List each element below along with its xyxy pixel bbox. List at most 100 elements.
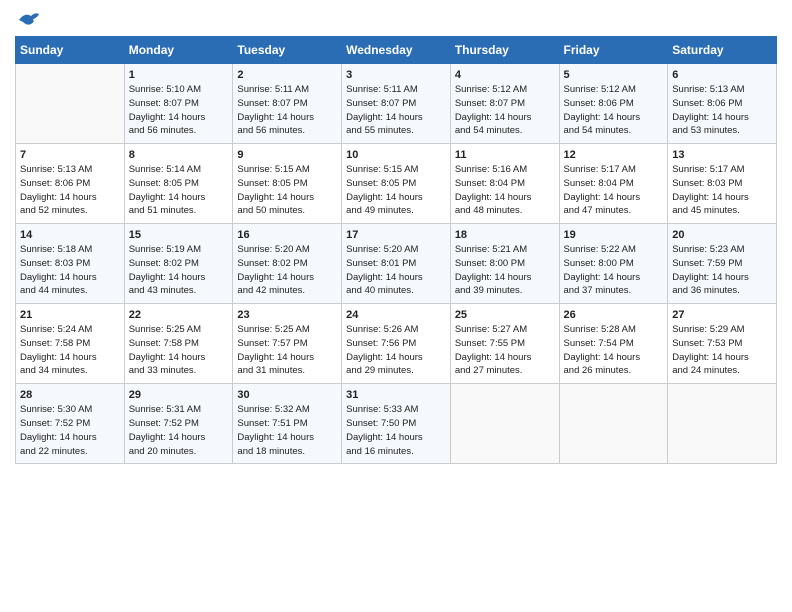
calendar-cell: 11 Sunrise: 5:16 AM Sunset: 8:04 PM Dayli… [450,144,559,224]
logo-bird-icon [17,10,41,30]
calendar-cell: 16Sunrise: 5:20 AM Sunset: 8:02 PM Dayli… [233,224,342,304]
day-number: 22 [129,309,229,321]
calendar-cell: 7 Sunrise: 5:13 AM Sunset: 8:06 PM Daylig… [16,144,125,224]
calendar-cell: 23Sunrise: 5:25 AM Sunset: 7:57 PM Dayli… [233,304,342,384]
day-number: 13 [672,149,772,161]
day-number: 1 [129,69,229,81]
day-info: Sunrise: 5:13 AM Sunset: 8:06 PM Dayligh… [672,83,772,138]
day-number: 24 [346,309,446,321]
calendar-cell [450,384,559,464]
day-number: 20 [672,229,772,241]
header-day: Wednesday [342,37,451,64]
calendar-cell: 15Sunrise: 5:19 AM Sunset: 8:02 PM Dayli… [124,224,233,304]
calendar-cell: 31Sunrise: 5:33 AM Sunset: 7:50 PM Dayli… [342,384,451,464]
calendar-week-row: 21 Sunrise: 5:24 AM Sunset: 7:58 PM Dayli… [16,304,777,384]
logo [15,10,41,30]
day-number: 5 [564,69,664,81]
day-info: Sunrise: 5:23 AM Sunset: 7:59 PM Dayligh… [672,243,772,298]
calendar-week-row: 1 Sunrise: 5:10 AM Sunset: 8:07 PM Daylig… [16,64,777,144]
day-number: 11 [455,149,555,161]
day-info: Sunrise: 5:13 AM Sunset: 8:06 PM Dayligh… [20,163,120,218]
header-day: Monday [124,37,233,64]
calendar-cell [559,384,668,464]
day-info: Sunrise: 5:16 AM Sunset: 8:04 PM Dayligh… [455,163,555,218]
day-number: 28 [20,389,120,401]
day-number: 25 [455,309,555,321]
day-info: Sunrise: 5:30 AM Sunset: 7:52 PM Dayligh… [20,403,120,458]
calendar-cell: 4 Sunrise: 5:12 AM Sunset: 8:07 PM Daylig… [450,64,559,144]
day-info: Sunrise: 5:11 AM Sunset: 8:07 PM Dayligh… [237,83,337,138]
day-info: Sunrise: 5:12 AM Sunset: 8:06 PM Dayligh… [564,83,664,138]
day-info: Sunrise: 5:17 AM Sunset: 8:04 PM Dayligh… [564,163,664,218]
day-info: Sunrise: 5:18 AM Sunset: 8:03 PM Dayligh… [20,243,120,298]
calendar-week-row: 28 Sunrise: 5:30 AM Sunset: 7:52 PM Dayli… [16,384,777,464]
day-info: Sunrise: 5:24 AM Sunset: 7:58 PM Dayligh… [20,323,120,378]
day-number: 19 [564,229,664,241]
calendar-cell: 6 Sunrise: 5:13 AM Sunset: 8:06 PM Daylig… [668,64,777,144]
day-number: 8 [129,149,229,161]
day-number: 18 [455,229,555,241]
calendar-cell: 29 Sunrise: 5:31 AM Sunset: 7:52 PM Dayli… [124,384,233,464]
calendar-week-row: 14 Sunrise: 5:18 AM Sunset: 8:03 PM Dayli… [16,224,777,304]
calendar-cell: 27 Sunrise: 5:29 AM Sunset: 7:53 PM Dayli… [668,304,777,384]
calendar-cell: 26Sunrise: 5:28 AM Sunset: 7:54 PM Dayli… [559,304,668,384]
calendar-cell: 18 Sunrise: 5:21 AM Sunset: 8:00 PM Dayli… [450,224,559,304]
header-day: Friday [559,37,668,64]
day-info: Sunrise: 5:29 AM Sunset: 7:53 PM Dayligh… [672,323,772,378]
calendar-cell: 3 Sunrise: 5:11 AM Sunset: 8:07 PM Daylig… [342,64,451,144]
calendar-cell: 24 Sunrise: 5:26 AM Sunset: 7:56 PM Dayli… [342,304,451,384]
day-number: 23 [237,309,337,321]
calendar-cell: 1 Sunrise: 5:10 AM Sunset: 8:07 PM Daylig… [124,64,233,144]
header-day: Tuesday [233,37,342,64]
day-number: 9 [237,149,337,161]
day-number: 4 [455,69,555,81]
calendar-week-row: 7 Sunrise: 5:13 AM Sunset: 8:06 PM Daylig… [16,144,777,224]
header-day: Saturday [668,37,777,64]
day-info: Sunrise: 5:15 AM Sunset: 8:05 PM Dayligh… [237,163,337,218]
day-number: 27 [672,309,772,321]
day-info: Sunrise: 5:10 AM Sunset: 8:07 PM Dayligh… [129,83,229,138]
day-number: 14 [20,229,120,241]
calendar-cell: 22 Sunrise: 5:25 AM Sunset: 7:58 PM Dayli… [124,304,233,384]
day-number: 10 [346,149,446,161]
calendar-cell: 12 Sunrise: 5:17 AM Sunset: 8:04 PM Dayli… [559,144,668,224]
header-day: Thursday [450,37,559,64]
day-number: 3 [346,69,446,81]
day-info: Sunrise: 5:19 AM Sunset: 8:02 PM Dayligh… [129,243,229,298]
page-header [15,10,777,30]
day-info: Sunrise: 5:17 AM Sunset: 8:03 PM Dayligh… [672,163,772,218]
day-info: Sunrise: 5:31 AM Sunset: 7:52 PM Dayligh… [129,403,229,458]
day-info: Sunrise: 5:15 AM Sunset: 8:05 PM Dayligh… [346,163,446,218]
day-number: 31 [346,389,446,401]
day-info: Sunrise: 5:21 AM Sunset: 8:00 PM Dayligh… [455,243,555,298]
calendar-cell [668,384,777,464]
day-number: 29 [129,389,229,401]
day-number: 17 [346,229,446,241]
day-info: Sunrise: 5:12 AM Sunset: 8:07 PM Dayligh… [455,83,555,138]
calendar-cell: 21 Sunrise: 5:24 AM Sunset: 7:58 PM Dayli… [16,304,125,384]
day-info: Sunrise: 5:26 AM Sunset: 7:56 PM Dayligh… [346,323,446,378]
calendar-cell: 2 Sunrise: 5:11 AM Sunset: 8:07 PM Daylig… [233,64,342,144]
day-number: 2 [237,69,337,81]
calendar-table: SundayMondayTuesdayWednesdayThursdayFrid… [15,36,777,464]
day-number: 21 [20,309,120,321]
day-info: Sunrise: 5:14 AM Sunset: 8:05 PM Dayligh… [129,163,229,218]
calendar-cell: 10 Sunrise: 5:15 AM Sunset: 8:05 PM Dayli… [342,144,451,224]
day-number: 30 [237,389,337,401]
calendar-cell: 30Sunrise: 5:32 AM Sunset: 7:51 PM Dayli… [233,384,342,464]
header-day: Sunday [16,37,125,64]
day-info: Sunrise: 5:20 AM Sunset: 8:02 PM Dayligh… [237,243,337,298]
calendar-cell: 28 Sunrise: 5:30 AM Sunset: 7:52 PM Dayli… [16,384,125,464]
day-number: 26 [564,309,664,321]
day-info: Sunrise: 5:22 AM Sunset: 8:00 PM Dayligh… [564,243,664,298]
calendar-cell: 20 Sunrise: 5:23 AM Sunset: 7:59 PM Dayli… [668,224,777,304]
day-info: Sunrise: 5:20 AM Sunset: 8:01 PM Dayligh… [346,243,446,298]
day-number: 12 [564,149,664,161]
calendar-cell: 19 Sunrise: 5:22 AM Sunset: 8:00 PM Dayli… [559,224,668,304]
day-number: 6 [672,69,772,81]
day-info: Sunrise: 5:11 AM Sunset: 8:07 PM Dayligh… [346,83,446,138]
calendar-cell [16,64,125,144]
day-number: 7 [20,149,120,161]
calendar-cell: 25Sunrise: 5:27 AM Sunset: 7:55 PM Dayli… [450,304,559,384]
day-info: Sunrise: 5:25 AM Sunset: 7:58 PM Dayligh… [129,323,229,378]
